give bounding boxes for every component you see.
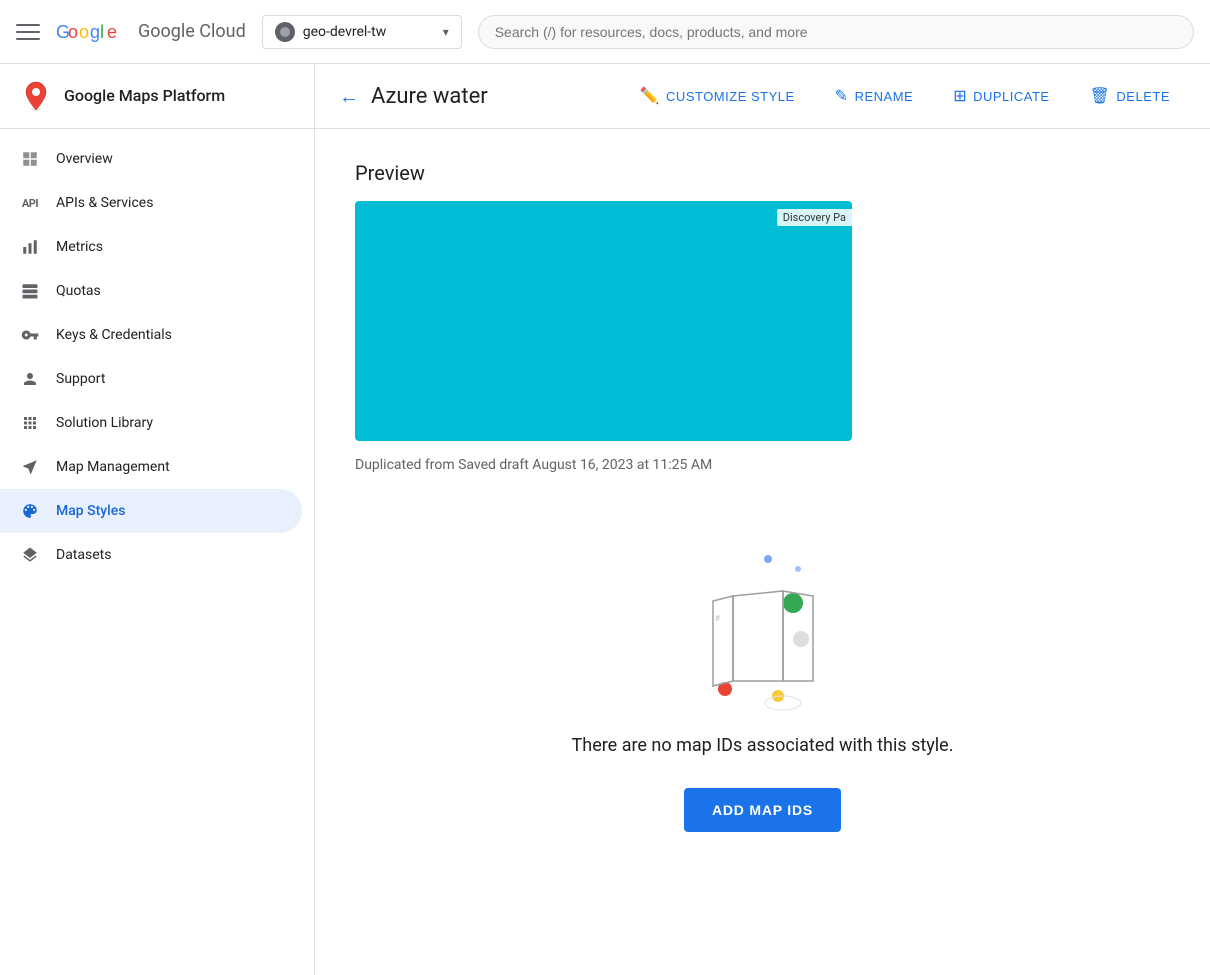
svg-text:o: o	[68, 22, 78, 42]
map-book-icon	[20, 457, 40, 477]
trash-icon: 🗑	[1090, 86, 1111, 106]
no-map-ids-illustration: #	[683, 541, 843, 711]
grid-icon	[20, 149, 40, 169]
sidebar-item-solution-library[interactable]: Solution Library	[0, 401, 302, 445]
svg-text:e: e	[107, 22, 117, 42]
delete-button[interactable]: 🗑 DELETE	[1074, 78, 1186, 114]
sidebar-item-metrics[interactable]: Metrics	[0, 225, 302, 269]
customize-style-button[interactable]: ✏️ CUSTOMIZE STYLE	[624, 78, 811, 114]
svg-text:#: #	[715, 614, 720, 623]
svg-text:o: o	[79, 22, 89, 42]
project-icon	[275, 22, 295, 42]
map-preview-bg: Discovery Pa Barry	[355, 201, 852, 441]
apps-icon	[20, 413, 40, 433]
bar-chart-icon	[20, 237, 40, 257]
sidebar-item-overview[interactable]: Overview	[0, 137, 302, 181]
sidebar-item-datasets[interactable]: Datasets	[0, 533, 302, 577]
api-icon: API	[20, 193, 40, 213]
sidebar-brand: Google Maps Platform	[0, 64, 314, 129]
sidebar-brand-text: Google Maps Platform	[64, 86, 225, 107]
sidebar-item-map-styles[interactable]: Map Styles	[0, 489, 302, 533]
content-area: Preview Discovery Pa Barry Duplicated fr…	[315, 129, 1210, 884]
maps-pin-icon	[20, 80, 52, 112]
sidebar-nav: Overview API APIs & Services Metrics Quo…	[0, 129, 314, 585]
sidebar-item-solution-library-label: Solution Library	[56, 415, 153, 431]
preview-label: Preview	[355, 161, 1170, 185]
sidebar-item-keys[interactable]: Keys & Credentials	[0, 313, 302, 357]
back-button[interactable]: ←	[339, 84, 359, 109]
sidebar-item-quotas[interactable]: Quotas	[0, 269, 302, 313]
subheader: ← Azure water ✏️ CUSTOMIZE STYLE ✎ RENAM…	[315, 64, 1210, 129]
sidebar-item-support[interactable]: Support	[0, 357, 302, 401]
menu-icon[interactable]	[16, 20, 40, 44]
layers-icon	[20, 545, 40, 565]
topbar-logo-text: Google Cloud	[138, 21, 246, 42]
sidebar-item-map-styles-label: Map Styles	[56, 503, 125, 519]
project-selector[interactable]: geo-devrel-tw ▾	[262, 15, 462, 49]
sidebar-item-quotas-label: Quotas	[56, 283, 101, 299]
storage-icon	[20, 281, 40, 301]
svg-text:l: l	[100, 22, 104, 42]
subheader-actions: ✏️ CUSTOMIZE STYLE ✎ RENAME ⊞ DUPLICATE …	[624, 78, 1186, 114]
project-name: geo-devrel-tw	[303, 24, 435, 40]
person-icon	[20, 369, 40, 389]
key-icon	[20, 325, 40, 345]
map-ids-section: # There are no map IDs associated with t…	[355, 521, 1170, 852]
topbar: G o o g l e Google Cloud geo-devrel-tw ▾	[0, 0, 1210, 64]
layout: Google Maps Platform Overview API APIs &…	[0, 64, 1210, 975]
map-illustration: #	[683, 541, 843, 711]
sidebar-item-apis[interactable]: API APIs & Services	[0, 181, 302, 225]
google-cloud-logo: G o o g l e Google Cloud	[56, 20, 246, 44]
add-map-ids-button[interactable]: ADD MAP IDS	[684, 788, 841, 832]
plus-box-icon: ⊞	[953, 86, 967, 106]
map-area-label: Discovery Pa	[777, 209, 852, 226]
sidebar: Google Maps Platform Overview API APIs &…	[0, 64, 315, 975]
svg-text:g: g	[90, 22, 100, 42]
duplicate-info: Duplicated from Saved draft August 16, 2…	[355, 457, 1170, 473]
search-input[interactable]	[478, 15, 1194, 49]
subheader-title: Azure water	[371, 84, 624, 109]
sidebar-item-overview-label: Overview	[56, 151, 113, 167]
sidebar-item-keys-label: Keys & Credentials	[56, 327, 172, 343]
rename-button[interactable]: ✎ RENAME	[819, 78, 930, 114]
sidebar-item-map-management[interactable]: Map Management	[0, 445, 302, 489]
duplicate-button[interactable]: ⊞ DUPLICATE	[937, 78, 1065, 114]
no-map-ids-text: There are no map IDs associated with thi…	[572, 735, 954, 756]
sidebar-item-metrics-label: Metrics	[56, 239, 103, 255]
palette-icon	[20, 501, 40, 521]
google-logo-svg: G o o g l e	[56, 20, 130, 44]
sidebar-item-apis-label: APIs & Services	[56, 195, 153, 211]
edit-icon: ✎	[835, 86, 849, 106]
pencil-icon: ✏️	[640, 86, 660, 106]
chevron-down-icon: ▾	[443, 25, 449, 39]
main-content: ← Azure water ✏️ CUSTOMIZE STYLE ✎ RENAM…	[315, 64, 1210, 975]
sidebar-item-support-label: Support	[56, 371, 105, 387]
map-preview: Discovery Pa Barry	[355, 201, 852, 441]
sidebar-item-map-management-label: Map Management	[56, 459, 170, 475]
sidebar-item-datasets-label: Datasets	[56, 547, 111, 563]
